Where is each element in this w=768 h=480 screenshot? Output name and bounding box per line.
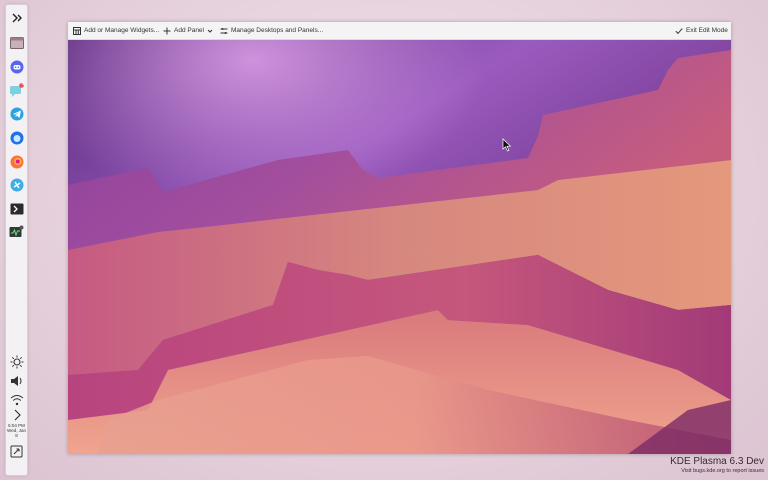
- vertical-panel: 1 5:04 PM Wed, Jan 8: [5, 4, 28, 476]
- exit-edit-mode-label: Exit Edit Mode: [686, 27, 728, 34]
- chat-icon[interactable]: 1: [8, 81, 25, 99]
- firefox-icon[interactable]: [8, 153, 25, 170]
- digital-clock[interactable]: 5:04 PM Wed, Jan 8: [6, 423, 27, 438]
- settings-sliders-icon: [220, 27, 228, 34]
- chevron-down-icon: [207, 29, 213, 33]
- expand-arrow-icon[interactable]: [8, 406, 25, 423]
- add-manage-widgets-label: Add or Manage Widgets...: [84, 27, 160, 34]
- chat-badge: 1: [21, 81, 24, 86]
- discover-icon[interactable]: [8, 176, 25, 193]
- add-manage-widgets-button[interactable]: Add or Manage Widgets...: [73, 22, 159, 39]
- watermark-subtitle: Visit bugs.kde.org to report issues: [681, 468, 764, 474]
- thunderbird-icon[interactable]: [8, 129, 25, 146]
- brightness-icon[interactable]: [8, 353, 25, 370]
- discord-icon[interactable]: [8, 58, 25, 75]
- file-manager-icon[interactable]: [8, 34, 25, 51]
- checkmark-icon: [675, 27, 683, 34]
- desktop-wallpaper[interactable]: [68, 40, 731, 454]
- kickoff-launcher-icon[interactable]: [8, 9, 25, 26]
- panel-config-icon[interactable]: [8, 443, 25, 460]
- manage-desktops-panels-label: Manage Desktops and Panels...: [231, 27, 324, 34]
- manage-desktops-panels-button[interactable]: Manage Desktops and Panels...: [220, 22, 323, 39]
- widgets-icon: [73, 26, 81, 35]
- plasma-dev-watermark: KDE Plasma 6.3 Dev Visit bugs.kde.org to…: [670, 456, 764, 474]
- add-panel-label: Add Panel: [174, 27, 204, 34]
- clock-day: 8: [15, 433, 18, 438]
- add-panel-button[interactable]: Add Panel: [163, 22, 213, 39]
- watermark-title: KDE Plasma 6.3 Dev: [670, 456, 764, 467]
- edit-mode-toolbar: Add or Manage Widgets... Add Panel Manag…: [68, 22, 731, 40]
- plus-icon: [163, 27, 171, 34]
- mouse-cursor-icon: [502, 138, 512, 157]
- edit-mode-window: Add or Manage Widgets... Add Panel Manag…: [68, 22, 731, 454]
- terminal-icon[interactable]: [8, 200, 25, 217]
- telegram-icon[interactable]: [8, 105, 25, 122]
- volume-icon[interactable]: [8, 372, 25, 389]
- exit-edit-mode-button[interactable]: Exit Edit Mode: [675, 22, 728, 39]
- system-monitor-icon[interactable]: [8, 223, 25, 240]
